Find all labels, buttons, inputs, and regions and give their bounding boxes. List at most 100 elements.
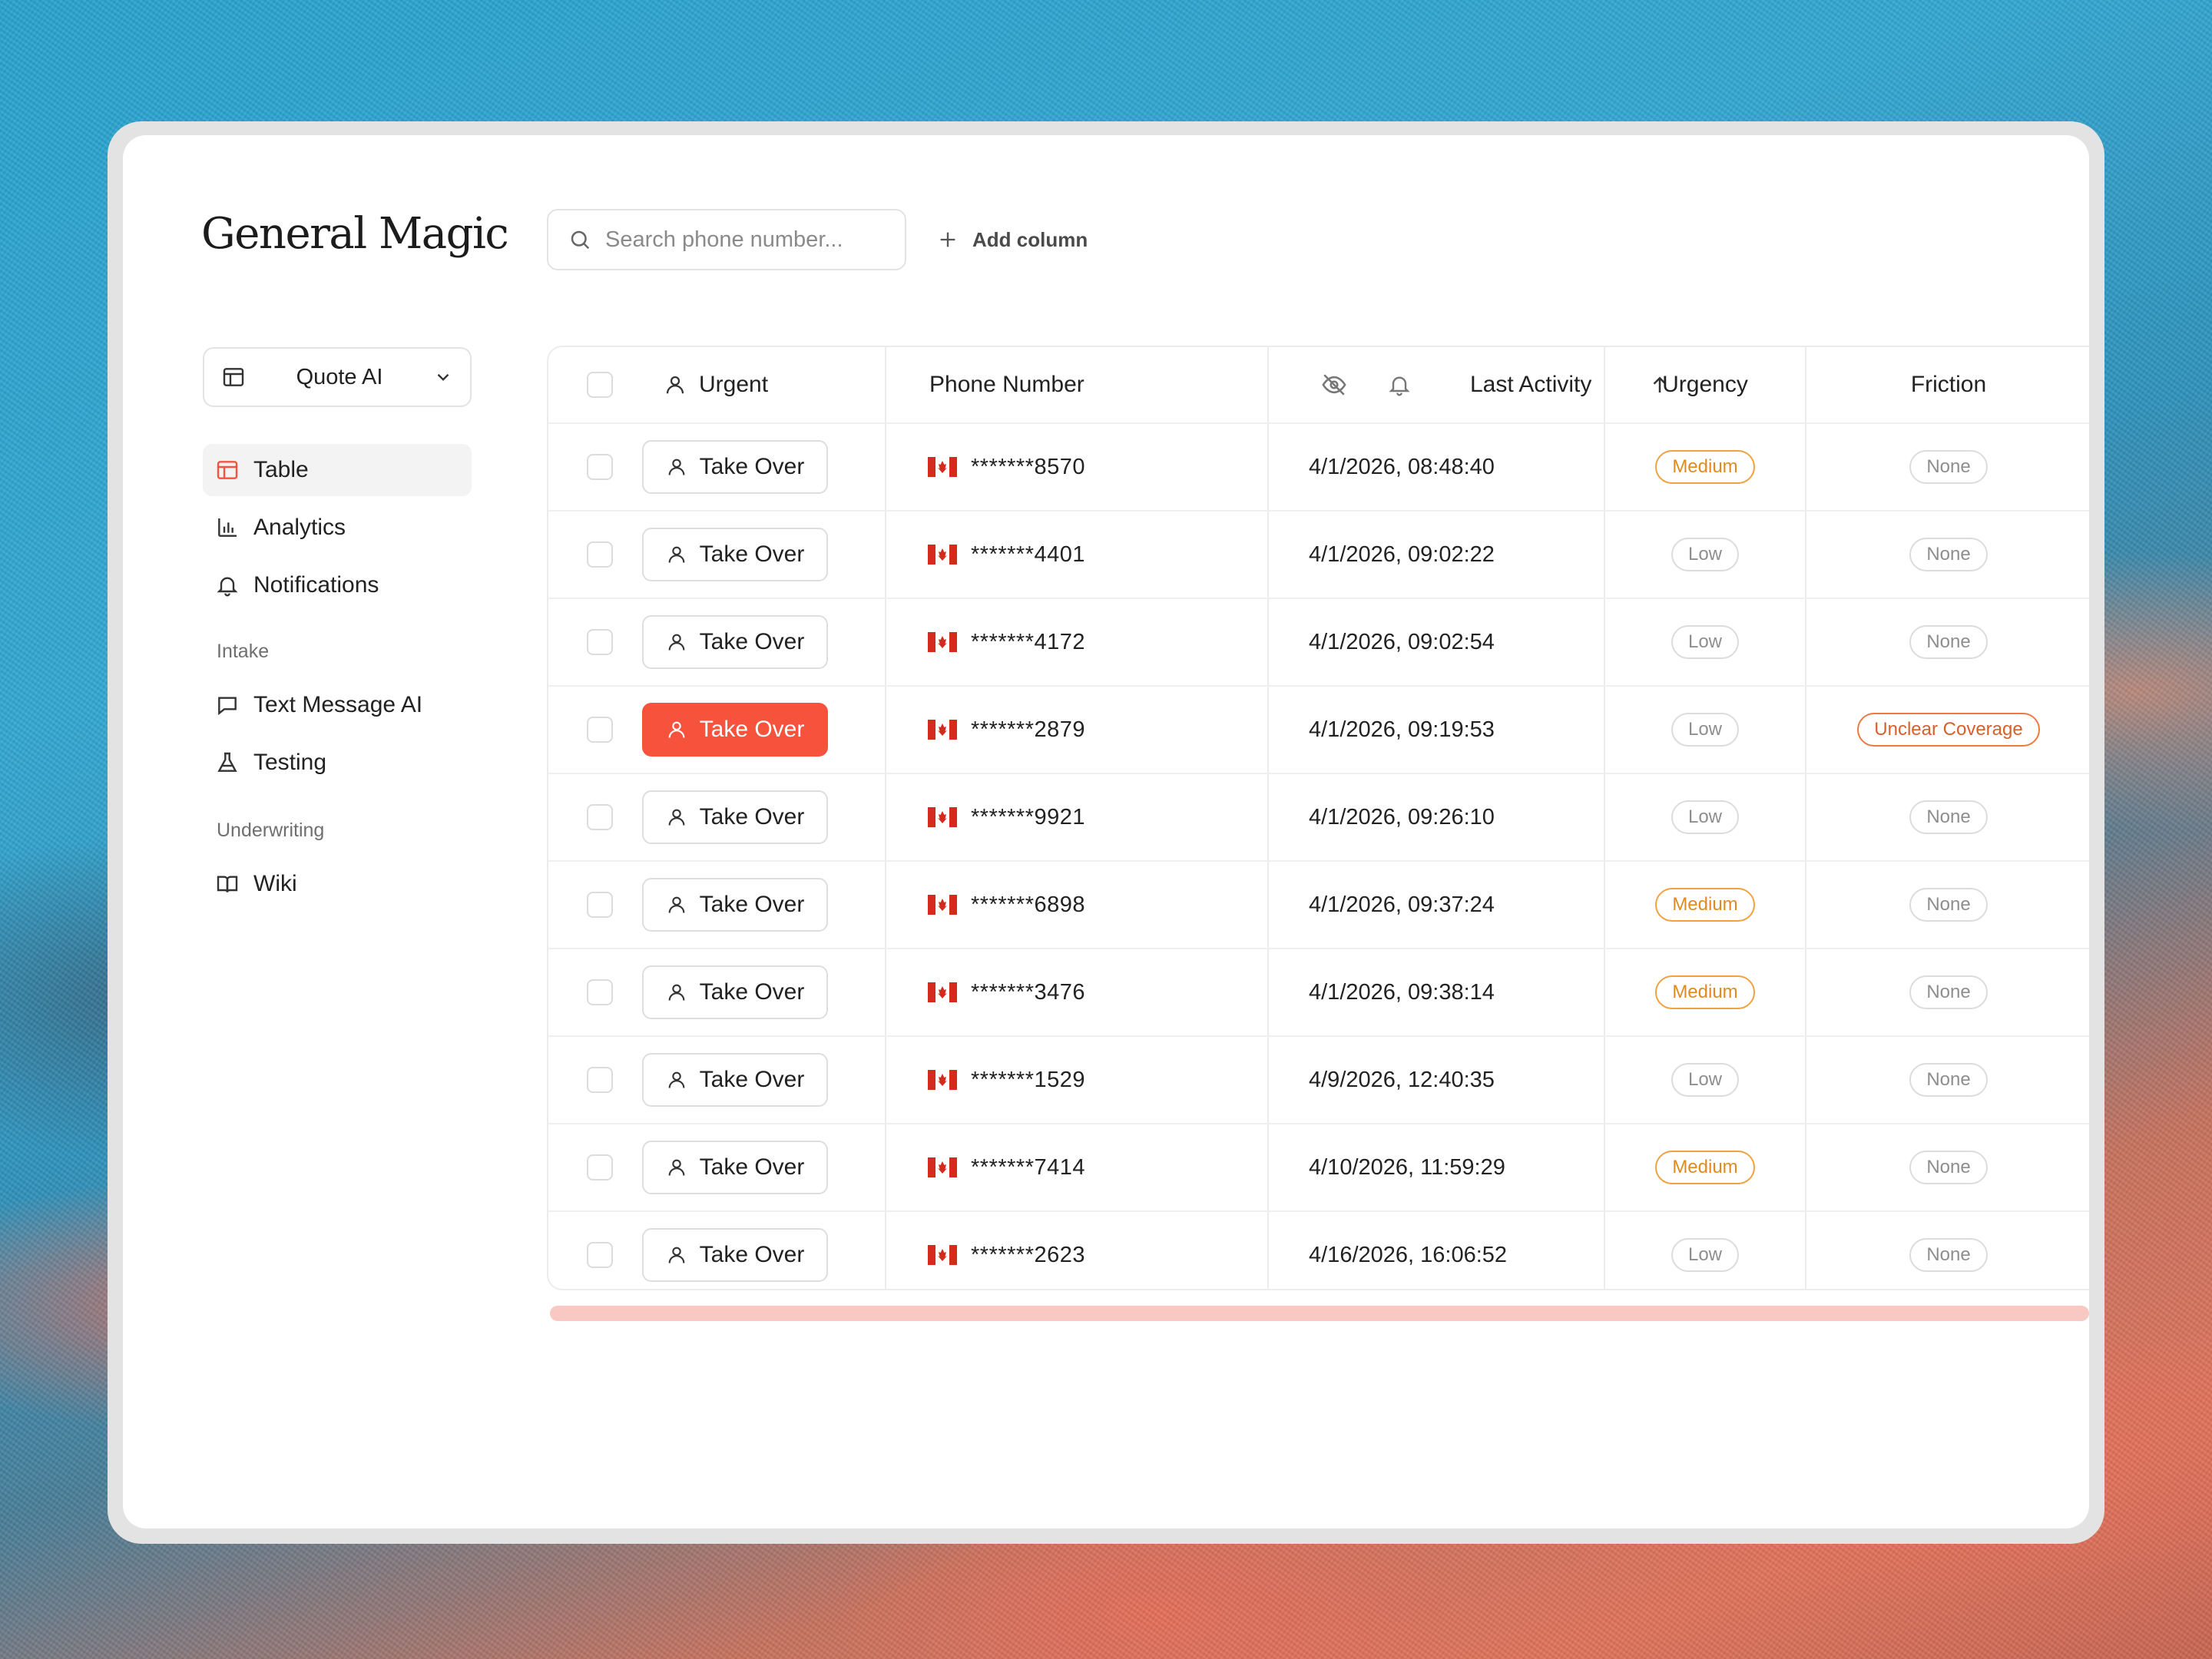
take-over-label: Take Over bbox=[699, 717, 805, 742]
take-over-button[interactable]: Take Over bbox=[642, 1053, 828, 1107]
friction-badge: None bbox=[1909, 1063, 1988, 1097]
sidebar-item-analytics[interactable]: Analytics bbox=[203, 502, 472, 554]
urgency-badge: Medium bbox=[1655, 888, 1755, 922]
row-checkbox[interactable] bbox=[587, 717, 613, 743]
workspace-label: Quote AI bbox=[296, 364, 383, 389]
user-icon bbox=[668, 1159, 685, 1176]
table-row: Take Over *******2623 4/16/2026, 16:06:5… bbox=[548, 1212, 2089, 1289]
bar-chart-icon bbox=[218, 518, 237, 537]
sidebar-item-label: Testing bbox=[253, 750, 327, 775]
column-header-label: Last Activity bbox=[1470, 372, 1592, 397]
last-activity: 4/1/2026, 09:19:53 bbox=[1309, 717, 1495, 742]
last-activity: 4/1/2026, 09:38:14 bbox=[1309, 979, 1495, 1005]
phone-number: *******8570 bbox=[971, 454, 1086, 479]
canada-flag-icon bbox=[928, 982, 957, 1002]
last-activity: 4/1/2026, 09:26:10 bbox=[1309, 804, 1495, 830]
data-table: Urgent Phone Number Last Activity Urgenc… bbox=[547, 346, 2089, 1290]
hide-column-button[interactable] bbox=[1321, 347, 1347, 422]
canada-flag-icon bbox=[928, 632, 957, 652]
message-icon bbox=[218, 697, 237, 716]
friction-badge: None bbox=[1909, 888, 1988, 922]
sidebar-item-label: Analytics bbox=[253, 515, 346, 540]
phone-number: *******1529 bbox=[971, 1067, 1086, 1092]
notify-column-button[interactable] bbox=[1387, 347, 1412, 422]
take-over-label: Take Over bbox=[699, 892, 805, 917]
take-over-button[interactable]: Take Over bbox=[642, 790, 828, 844]
last-activity: 4/1/2026, 09:02:22 bbox=[1309, 541, 1495, 567]
column-header-label: Urgency bbox=[1662, 372, 1748, 397]
table-icon bbox=[217, 461, 238, 479]
user-icon bbox=[668, 809, 685, 826]
horizontal-scrollbar[interactable] bbox=[550, 1306, 2089, 1321]
plus-icon bbox=[940, 232, 955, 247]
sidebar-item-text-message-ai[interactable]: Text Message AI bbox=[203, 679, 472, 731]
sidebar-item-testing[interactable]: Testing bbox=[203, 737, 472, 789]
last-activity: 4/10/2026, 11:59:29 bbox=[1309, 1154, 1505, 1180]
take-over-label: Take Over bbox=[699, 454, 805, 479]
row-checkbox[interactable] bbox=[587, 1242, 613, 1268]
column-header-urgent[interactable]: Urgent bbox=[664, 347, 768, 422]
table-row: Take Over *******8570 4/1/2026, 08:48:40… bbox=[548, 424, 2089, 512]
take-over-button[interactable]: Take Over bbox=[642, 965, 828, 1019]
table-row: Take Over *******4401 4/1/2026, 09:02:22… bbox=[548, 512, 2089, 599]
friction-badge: None bbox=[1909, 800, 1988, 834]
column-header-urgency[interactable]: Urgency bbox=[1605, 347, 1805, 422]
user-icon bbox=[668, 896, 685, 913]
phone-number: *******7414 bbox=[971, 1154, 1086, 1180]
row-checkbox[interactable] bbox=[587, 454, 613, 480]
sidebar-item-notifications[interactable]: Notifications bbox=[203, 559, 472, 611]
canada-flag-icon bbox=[928, 807, 957, 827]
workspace-selector[interactable]: Quote AI bbox=[203, 347, 472, 407]
add-column-button[interactable]: Add column bbox=[937, 217, 1088, 263]
urgency-badge: Low bbox=[1671, 538, 1740, 571]
phone-number: *******4401 bbox=[971, 541, 1086, 567]
table-header-row: Urgent Phone Number Last Activity Urgenc… bbox=[548, 347, 2089, 424]
row-checkbox[interactable] bbox=[587, 541, 613, 568]
row-checkbox[interactable] bbox=[587, 892, 613, 918]
row-checkbox[interactable] bbox=[587, 1154, 613, 1181]
select-all-checkbox[interactable] bbox=[587, 372, 613, 398]
take-over-label: Take Over bbox=[699, 541, 805, 567]
friction-badge: None bbox=[1909, 975, 1988, 1009]
canada-flag-icon bbox=[928, 1245, 957, 1265]
urgency-badge: Low bbox=[1671, 800, 1740, 834]
user-icon bbox=[668, 1071, 685, 1088]
phone-number: *******4172 bbox=[971, 629, 1086, 654]
sidebar-item-label: Notifications bbox=[253, 572, 379, 598]
take-over-button[interactable]: Take Over bbox=[642, 1228, 828, 1282]
table-row: Take Over *******7414 4/10/2026, 11:59:2… bbox=[548, 1124, 2089, 1212]
chevron-down-icon bbox=[437, 373, 449, 381]
sidebar-item-wiki[interactable]: Wiki bbox=[203, 858, 472, 910]
phone-number: *******6898 bbox=[971, 892, 1086, 917]
take-over-button[interactable]: Take Over bbox=[642, 440, 828, 494]
sidebar-item-label: Table bbox=[253, 457, 309, 482]
table-row: Take Over *******6898 4/1/2026, 09:37:24… bbox=[548, 862, 2089, 949]
column-header-phone[interactable]: Phone Number bbox=[929, 347, 1084, 422]
take-over-button[interactable]: Take Over bbox=[642, 1141, 828, 1194]
table-row: Take Over *******2879 4/1/2026, 09:19:53… bbox=[548, 687, 2089, 774]
take-over-button[interactable]: Take Over bbox=[642, 615, 828, 669]
row-checkbox[interactable] bbox=[587, 979, 613, 1005]
nav-section-title: Intake bbox=[217, 641, 270, 662]
user-icon bbox=[668, 546, 685, 563]
take-over-button[interactable]: Take Over bbox=[642, 528, 828, 581]
phone-number: *******9921 bbox=[971, 804, 1086, 830]
canada-flag-icon bbox=[928, 895, 957, 915]
search-input[interactable]: Search phone number... bbox=[547, 209, 906, 270]
table-row: Take Over *******4172 4/1/2026, 09:02:54… bbox=[548, 599, 2089, 687]
column-header-friction[interactable]: Friction bbox=[1806, 347, 2089, 422]
sidebar-item-table[interactable]: Table bbox=[203, 444, 472, 496]
column-header-last-activity[interactable]: Last Activity bbox=[1470, 347, 1591, 422]
last-activity: 4/9/2026, 12:40:35 bbox=[1309, 1067, 1495, 1092]
table-row: Take Over *******1529 4/9/2026, 12:40:35… bbox=[548, 1037, 2089, 1124]
row-checkbox[interactable] bbox=[587, 1067, 613, 1093]
user-icon bbox=[668, 459, 685, 475]
canada-flag-icon bbox=[928, 1070, 957, 1090]
take-over-button[interactable]: Take Over bbox=[642, 878, 828, 932]
row-checkbox[interactable] bbox=[587, 804, 613, 830]
row-checkbox[interactable] bbox=[587, 629, 613, 655]
user-icon bbox=[668, 1247, 685, 1263]
take-over-button[interactable]: Take Over bbox=[642, 703, 828, 757]
search-placeholder: Search phone number... bbox=[605, 227, 843, 252]
eye-off-icon bbox=[1322, 374, 1346, 396]
